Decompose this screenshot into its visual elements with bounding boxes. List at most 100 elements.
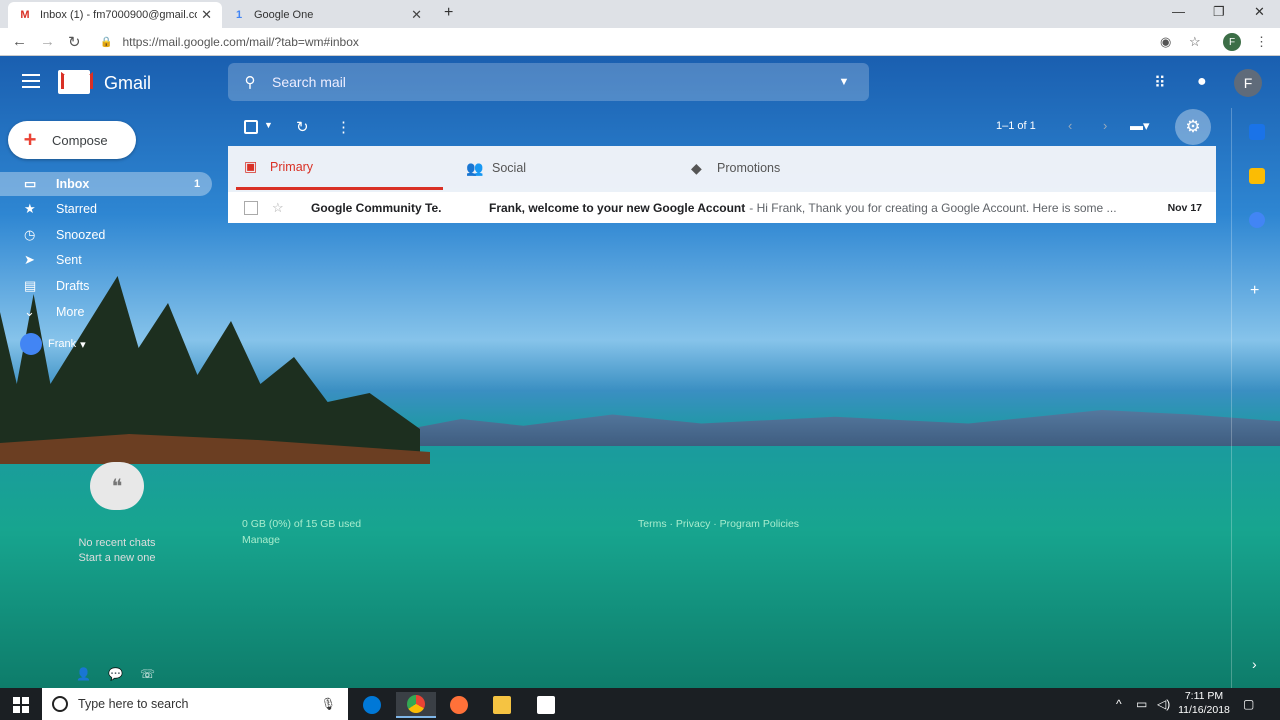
firefox-icon[interactable]	[439, 692, 479, 718]
background-mountains	[390, 410, 1280, 446]
search-icon[interactable]: ⚲	[228, 73, 272, 91]
main-menu-icon[interactable]	[22, 74, 40, 88]
refresh-icon[interactable]: ↻	[296, 118, 309, 136]
storage-usage: 0 GB (0%) of 15 GB used	[242, 518, 362, 530]
reload-icon[interactable]: ↻	[68, 33, 81, 51]
nav-item-sent[interactable]: ➤ Sent	[0, 248, 212, 272]
footer-links[interactable]: Terms · Privacy · Program Policies	[638, 518, 799, 530]
forward-icon[interactable]: →	[40, 33, 55, 50]
select-dropdown-icon[interactable]: ▼	[264, 120, 273, 130]
no-chats-text: No recent chats	[78, 537, 156, 549]
send-icon: ➤	[24, 252, 35, 267]
close-tab-icon[interactable]: ✕	[201, 7, 212, 23]
nav-label: More	[56, 305, 85, 319]
chat-icon[interactable]: 💬	[108, 667, 123, 681]
browser-menu-icon[interactable]: ⋮	[1255, 34, 1268, 50]
inbox-icon: ▭	[24, 176, 37, 191]
eye-icon[interactable]: ◉	[1160, 34, 1171, 50]
tab-title: Inbox (1) - fm7000900@gmail.com	[40, 9, 198, 21]
no-chats-message: No recent chats Start a new one	[60, 536, 174, 566]
side-panel: + ›	[1231, 108, 1280, 688]
browser-tab-google-one[interactable]: 1 Google One ✕	[222, 2, 432, 28]
gmail-favicon-icon: M	[20, 9, 30, 21]
gmail-logo-icon[interactable]	[58, 70, 90, 94]
nav-item-snoozed[interactable]: ◷ Snoozed	[0, 223, 212, 247]
nav-item-more[interactable]: ⌄ More	[0, 300, 212, 324]
inbox-icon: ▣	[244, 158, 258, 174]
volume-icon[interactable]: ◁)	[1157, 697, 1170, 711]
network-icon[interactable]: ▭	[1136, 697, 1147, 711]
email-snippet: - Hi Frank, Thank you for creating a Goo…	[749, 200, 1117, 215]
windows-start-icon[interactable]	[13, 697, 29, 713]
microphone-icon[interactable]: 🎙	[321, 697, 336, 711]
email-checkbox[interactable]	[244, 200, 258, 215]
bookmark-star-icon[interactable]: ☆	[1189, 34, 1201, 50]
hangouts-user[interactable]: Frank ▾	[20, 333, 86, 355]
tab-social[interactable]: 👥 Social	[466, 146, 526, 190]
tab-label: Promotions	[717, 161, 781, 175]
browser-profile-avatar[interactable]: F	[1223, 33, 1241, 51]
chrome-icon[interactable]	[396, 692, 436, 718]
email-row[interactable]: ☆ Google Community Te. Frank, welcome to…	[228, 192, 1216, 223]
edge-icon[interactable]	[352, 692, 392, 718]
hangouts-chat-bubble-icon: ❝	[90, 462, 144, 510]
nav-label: Snoozed	[56, 228, 106, 242]
settings-gear-icon[interactable]: ⚙	[1175, 109, 1211, 145]
keep-icon[interactable]	[1249, 168, 1265, 184]
user-avatar	[20, 333, 42, 355]
calendar-icon[interactable]	[1249, 124, 1265, 140]
new-tab-icon[interactable]: +	[444, 4, 453, 22]
address-bar: ← → ↻ 🔒 https://mail.google.com/mail/?ta…	[0, 28, 1280, 56]
tasks-icon[interactable]	[1249, 212, 1265, 228]
close-window-icon[interactable]: ✕	[1254, 4, 1265, 20]
email-subject: Frank, welcome to your new Google Accoun…	[489, 200, 746, 215]
account-avatar[interactable]: F	[1234, 69, 1262, 97]
search-input[interactable]	[272, 74, 819, 90]
inbox-list: ▣ Primary 👥 Social ◆ Promotions ☆ Google…	[228, 146, 1216, 223]
start-new-chat-link[interactable]: Start a new one	[60, 551, 174, 566]
file-explorer-icon[interactable]	[482, 692, 522, 718]
nav-item-inbox[interactable]: ▭ Inbox 1	[0, 172, 212, 196]
notifications-icon[interactable]: ●	[1197, 73, 1207, 91]
user-name: Frank	[48, 338, 77, 350]
select-all-checkbox[interactable]	[244, 120, 258, 134]
nav-label: Drafts	[56, 279, 90, 293]
phone-icon[interactable]: ☏	[140, 667, 155, 681]
add-addon-icon[interactable]: +	[1250, 282, 1259, 300]
gmail-wordmark[interactable]: Gmail	[104, 73, 151, 94]
maximize-icon[interactable]: ❐	[1213, 4, 1225, 20]
url-field[interactable]: 🔒 https://mail.google.com/mail/?tab=wm#i…	[100, 31, 1150, 53]
google-one-favicon-icon: 1	[235, 9, 243, 21]
unread-count: 1	[194, 178, 201, 190]
nav-label: Starred	[56, 202, 97, 216]
tab-primary[interactable]: ▣ Primary	[236, 146, 443, 190]
taskbar-search[interactable]: Type here to search 🎙	[42, 688, 348, 720]
email-date: Nov 17	[1167, 201, 1202, 214]
prev-page-icon[interactable]: ‹	[1068, 118, 1072, 133]
compose-button[interactable]: + Compose	[8, 121, 136, 159]
action-center-icon[interactable]: ▢	[1243, 697, 1254, 711]
taskbar-clock[interactable]: 7:11 PM 11/16/2018	[1176, 689, 1232, 717]
url-text: https://mail.google.com/mail/?tab=wm#inb…	[122, 35, 359, 49]
nav-item-starred[interactable]: ★ Starred	[0, 197, 212, 221]
star-icon: ★	[24, 201, 36, 216]
browser-tab-gmail[interactable]: M Inbox (1) - fm7000900@gmail.com ✕	[8, 2, 222, 28]
close-tab-icon[interactable]: ✕	[411, 7, 422, 23]
back-icon[interactable]: ←	[12, 33, 27, 50]
cortana-icon	[52, 696, 68, 712]
nav-label: Inbox	[56, 177, 90, 191]
tab-promotions[interactable]: ◆ Promotions	[691, 146, 780, 190]
store-icon[interactable]	[526, 692, 566, 718]
input-tools-icon[interactable]: ▬▾	[1130, 118, 1150, 134]
next-page-icon[interactable]: ›	[1103, 118, 1107, 133]
nav-item-drafts[interactable]: ▤ Drafts	[0, 274, 212, 298]
manage-storage-link[interactable]: Manage	[242, 534, 280, 546]
expand-panel-icon[interactable]: ›	[1252, 656, 1257, 672]
contacts-icon[interactable]: 👤	[76, 667, 91, 681]
apps-grid-icon[interactable]: ⠿	[1154, 73, 1166, 93]
more-actions-icon[interactable]: ⋮	[336, 118, 351, 136]
tray-chevron-icon[interactable]: ^	[1116, 697, 1122, 711]
minimize-icon[interactable]: —	[1172, 4, 1185, 19]
star-icon[interactable]: ☆	[272, 200, 288, 216]
search-options-icon[interactable]: ▼	[819, 76, 869, 88]
